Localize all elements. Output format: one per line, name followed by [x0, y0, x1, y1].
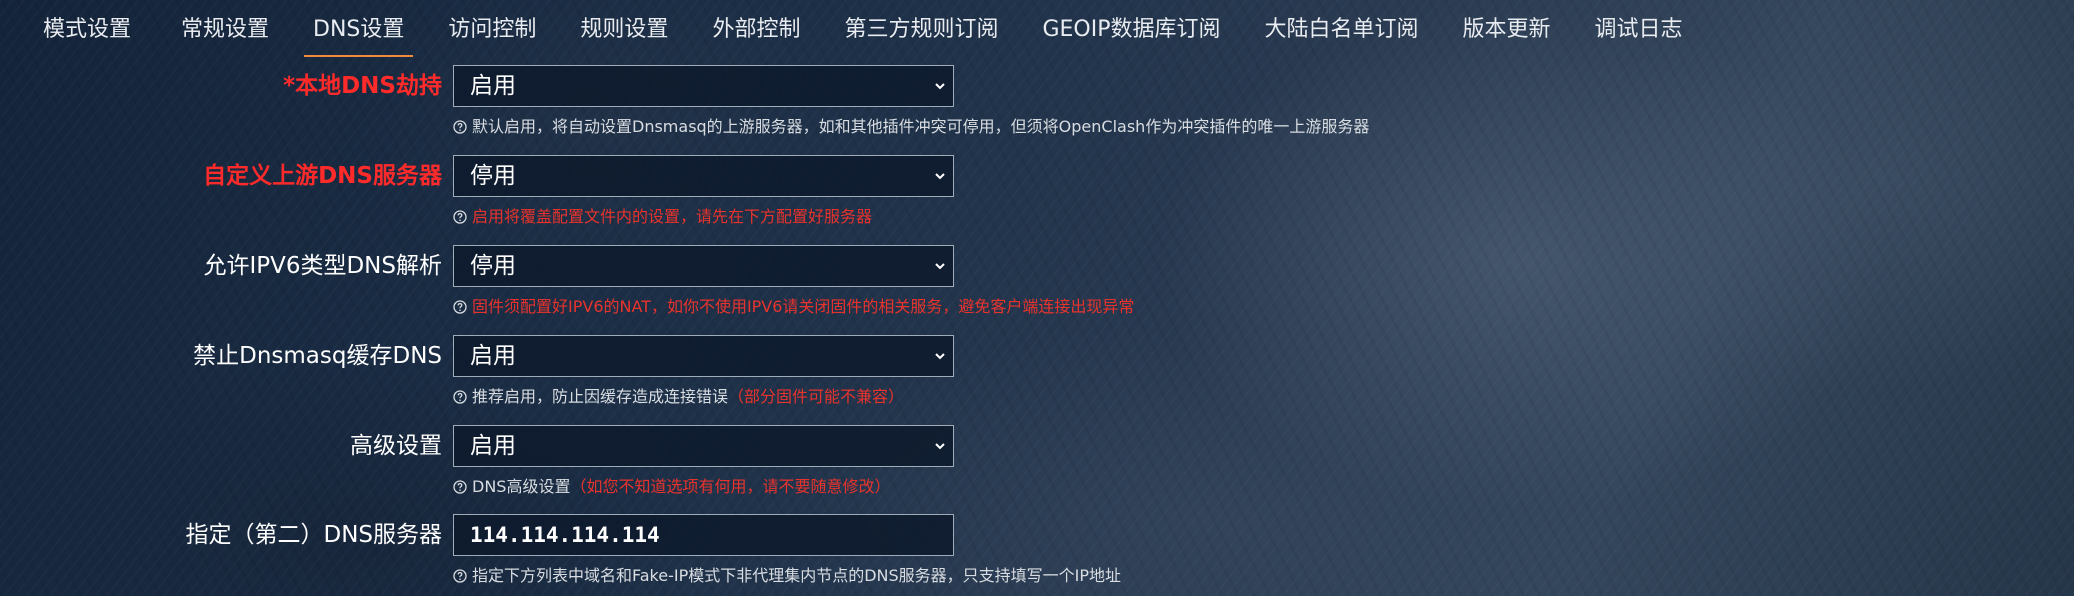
select-value: 启用 — [470, 343, 516, 369]
field-label-secondary-dns: 指定（第二）DNS服务器 — [185, 522, 442, 548]
secondary-dns-input[interactable]: 114.114.114.114 — [453, 514, 954, 556]
settings-tabs: 模式设置 常规设置 DNS设置 访问控制 规则设置 外部控制 第三方规则订阅 G… — [0, 0, 2074, 60]
help-warning-text: （如您不知道选项有何用，请不要随意修改） — [570, 477, 891, 496]
help-text: 推荐启用，防止因缓存造成连接错误 — [472, 387, 729, 406]
field-help-secondary-dns: 指定下方列表中域名和Fake-IP模式下非代理集内节点的DNS服务器，只支持填写… — [453, 564, 1121, 588]
select-value: 停用 — [470, 253, 516, 279]
disable-dnsmasq-cache-select[interactable]: 启用 — [453, 335, 954, 377]
tab-external-control[interactable]: 外部控制 — [690, 0, 822, 57]
field-help-local-dns-hijack: 默认启用，将自动设置Dnsmasq的上游服务器，如和其他插件冲突可停用，但须将O… — [453, 115, 1369, 139]
chevron-down-icon — [935, 353, 945, 360]
tab-rule-settings[interactable]: 规则设置 — [558, 0, 690, 57]
tab-geoip-subscription[interactable]: GEOIP数据库订阅 — [1020, 0, 1242, 57]
help-text: 指定下方列表中域名和Fake-IP模式下非代理集内节点的DNS服务器，只支持填写… — [472, 566, 1122, 585]
tab-third-party-rules[interactable]: 第三方规则订阅 — [822, 0, 1020, 57]
tab-mainland-whitelist[interactable]: 大陆白名单订阅 — [1243, 0, 1441, 57]
question-circle-icon — [453, 390, 467, 404]
help-text: 默认启用，将自动设置Dnsmasq的上游服务器，如和其他插件冲突可停用，但须将O… — [472, 117, 1370, 136]
ipv6-dns-select[interactable]: 停用 — [453, 245, 954, 287]
field-help-advanced-settings: DNS高级设置（如您不知道选项有何用，请不要随意修改） — [453, 475, 890, 499]
local-dns-hijack-select[interactable]: 启用 — [453, 65, 954, 107]
field-label-disable-dnsmasq-cache: 禁止Dnsmasq缓存DNS — [193, 343, 442, 369]
field-label-advanced-settings: 高级设置 — [350, 433, 442, 459]
tab-mode-settings[interactable]: 模式设置 — [21, 0, 153, 57]
help-warning-text: 启用将覆盖配置文件内的设置，请先在下方配置好服务器 — [472, 207, 873, 226]
field-help-custom-upstream-dns: 启用将覆盖配置文件内的设置，请先在下方配置好服务器 — [453, 205, 872, 229]
chevron-down-icon — [935, 83, 945, 90]
question-circle-icon — [453, 210, 467, 224]
help-warning-text: 固件须配置好IPV6的NAT，如你不使用IPV6请关闭固件的相关服务，避免客户端… — [472, 297, 1135, 316]
advanced-settings-select[interactable]: 启用 — [453, 425, 954, 467]
select-value: 启用 — [470, 73, 516, 99]
question-circle-icon — [453, 480, 467, 494]
chevron-down-icon — [935, 263, 945, 270]
help-warning-text: （部分固件可能不兼容） — [728, 387, 905, 406]
help-text: DNS高级设置 — [472, 477, 571, 496]
field-label-local-dns-hijack: *本地DNS劫持 — [283, 73, 442, 99]
tab-version-update[interactable]: 版本更新 — [1441, 0, 1573, 57]
field-help-ipv6-dns: 固件须配置好IPV6的NAT，如你不使用IPV6请关闭固件的相关服务，避免客户端… — [453, 295, 1134, 319]
chevron-down-icon — [935, 173, 945, 180]
tab-debug-log[interactable]: 调试日志 — [1573, 0, 1705, 57]
tab-dns-settings[interactable]: DNS设置 — [291, 0, 426, 57]
question-circle-icon — [453, 569, 467, 583]
tab-general-settings[interactable]: 常规设置 — [159, 0, 291, 57]
field-label-ipv6-dns: 允许IPV6类型DNS解析 — [203, 253, 442, 279]
chevron-down-icon — [935, 443, 945, 450]
select-value: 启用 — [470, 433, 516, 459]
field-help-disable-dnsmasq-cache: 推荐启用，防止因缓存造成连接错误（部分固件可能不兼容） — [453, 385, 904, 409]
field-label-custom-upstream-dns: 自定义上游DNS服务器 — [203, 163, 442, 189]
question-circle-icon — [453, 120, 467, 134]
select-value: 停用 — [470, 163, 516, 189]
question-circle-icon — [453, 300, 467, 314]
custom-upstream-dns-select[interactable]: 停用 — [453, 155, 954, 197]
tab-access-control[interactable]: 访问控制 — [426, 0, 558, 57]
